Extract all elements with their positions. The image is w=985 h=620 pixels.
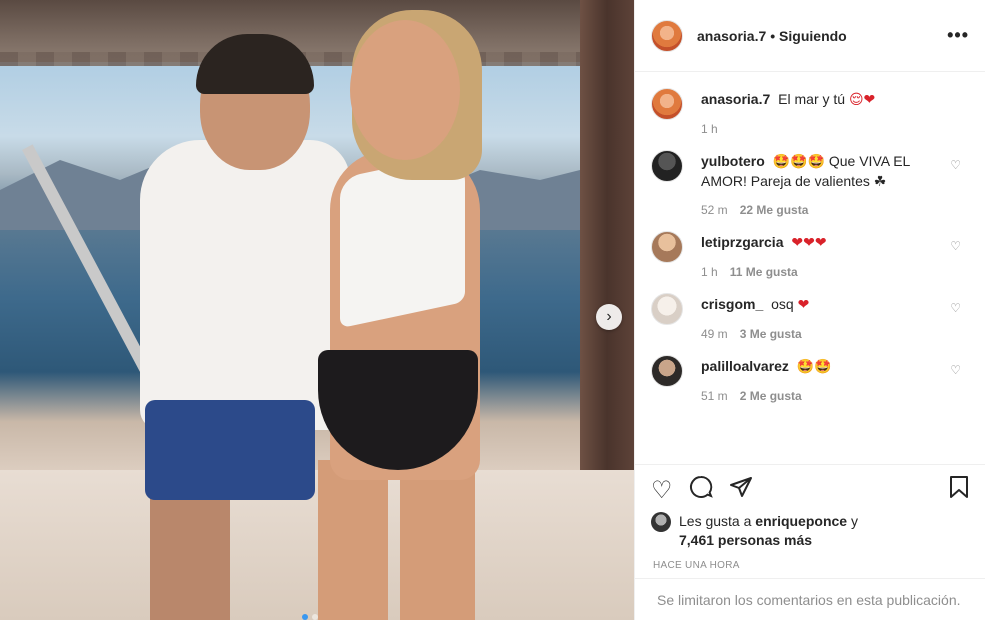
- carousel-dot: [312, 614, 318, 620]
- comment-username[interactable]: yulbotero: [701, 153, 765, 169]
- comment-item: palilloalvarez 🤩🤩 51 m 2 Me gusta ♡: [651, 355, 969, 403]
- comment-username[interactable]: palilloalvarez: [701, 358, 789, 374]
- heart-outline-icon[interactable]: ♡: [950, 301, 961, 315]
- comment-time[interactable]: 52 m: [701, 203, 728, 217]
- avatar[interactable]: [651, 19, 683, 52]
- avatar[interactable]: [651, 88, 683, 120]
- comment-item: yulbotero 🤩🤩🤩 Que VIVA EL AMOR! Pareja d…: [651, 150, 969, 217]
- post-photo[interactable]: ›: [0, 0, 634, 620]
- carousel-next-button[interactable]: ›: [596, 304, 622, 330]
- caption-time[interactable]: 1 h: [701, 122, 718, 136]
- comment-time[interactable]: 1 h: [701, 265, 718, 279]
- likes-suffix: y: [850, 513, 858, 529]
- likes-summary: Les gusta a enriqueponce y 7,461 persona…: [651, 512, 858, 550]
- comments-limited-notice: Se limitaron los comentarios en esta pub…: [635, 578, 985, 620]
- author-username[interactable]: anasoria.7: [697, 28, 766, 44]
- comment-emoji: ❤❤❤: [791, 235, 827, 251]
- post-sidebar: anasoria.7 • Siguiendo ••• anasoria.7 El…: [634, 0, 985, 620]
- comment-emoji: 🤩🤩: [796, 359, 832, 375]
- post-header: anasoria.7 • Siguiendo •••: [635, 0, 985, 72]
- comment-likes[interactable]: 22 Me gusta: [740, 203, 809, 217]
- caption-username[interactable]: anasoria.7: [701, 91, 770, 107]
- comment-emoji: ❤: [797, 297, 810, 313]
- carousel-dot-active: [302, 614, 308, 620]
- avatar[interactable]: [651, 512, 671, 532]
- comment-item: crisgom_ osq ❤ 49 m 3 Me gusta ♡: [651, 293, 969, 341]
- following-status[interactable]: • Siguiendo: [770, 28, 846, 44]
- comment-username[interactable]: letiprzgarcia: [701, 234, 783, 250]
- carousel-indicator: [302, 614, 318, 620]
- comment-text: osq: [771, 296, 794, 312]
- caption-emoji: 😌❤: [848, 92, 876, 108]
- heart-outline-icon[interactable]: ♡: [651, 476, 673, 504]
- comment-username[interactable]: crisgom_: [701, 296, 763, 312]
- avatar[interactable]: [651, 355, 683, 387]
- man-shorts: [145, 400, 315, 500]
- chevron-right-icon: ›: [606, 308, 612, 325]
- comment-likes[interactable]: 2 Me gusta: [740, 389, 802, 403]
- boat-curtain: [580, 0, 634, 490]
- woman-leg: [318, 460, 388, 620]
- comment-time[interactable]: 49 m: [701, 327, 728, 341]
- comment-emoji: 🤩🤩🤩: [772, 154, 825, 170]
- avatar[interactable]: [651, 231, 683, 263]
- avatar[interactable]: [651, 293, 683, 325]
- comment-item: letiprzgarcia ❤❤❤ 1 h 11 Me gusta ♡: [651, 231, 969, 279]
- likes-prefix: Les gusta a: [679, 513, 752, 529]
- avatar[interactable]: [651, 150, 683, 182]
- heart-outline-icon[interactable]: ♡: [950, 158, 961, 172]
- woman-head: [350, 20, 460, 160]
- likes-count[interactable]: 7,461 personas más: [679, 532, 812, 548]
- comment-likes[interactable]: 11 Me gusta: [730, 265, 798, 279]
- man-leg: [150, 480, 230, 620]
- post-timestamp[interactable]: HACE UNA HORA: [653, 560, 740, 571]
- more-horizontal-icon[interactable]: •••: [947, 25, 969, 46]
- liker-username[interactable]: enriqueponce: [755, 513, 847, 529]
- comment-likes[interactable]: 3 Me gusta: [740, 327, 802, 341]
- paper-plane-icon[interactable]: [729, 475, 753, 505]
- bookmark-icon[interactable]: [948, 475, 970, 505]
- comment-icon[interactable]: [689, 475, 713, 505]
- comment-time[interactable]: 51 m: [701, 389, 728, 403]
- boat-hull: [0, 470, 634, 620]
- heart-outline-icon[interactable]: ♡: [950, 239, 961, 253]
- caption: anasoria.7 El mar y tú 😌❤ 1 h: [651, 88, 969, 136]
- awning-edge: [0, 52, 634, 66]
- post-actions: ♡: [635, 464, 985, 514]
- caption-text: El mar y tú: [778, 91, 846, 107]
- heart-outline-icon[interactable]: ♡: [950, 363, 961, 377]
- comments-list[interactable]: anasoria.7 El mar y tú 😌❤ 1 h yulbotero …: [635, 72, 985, 462]
